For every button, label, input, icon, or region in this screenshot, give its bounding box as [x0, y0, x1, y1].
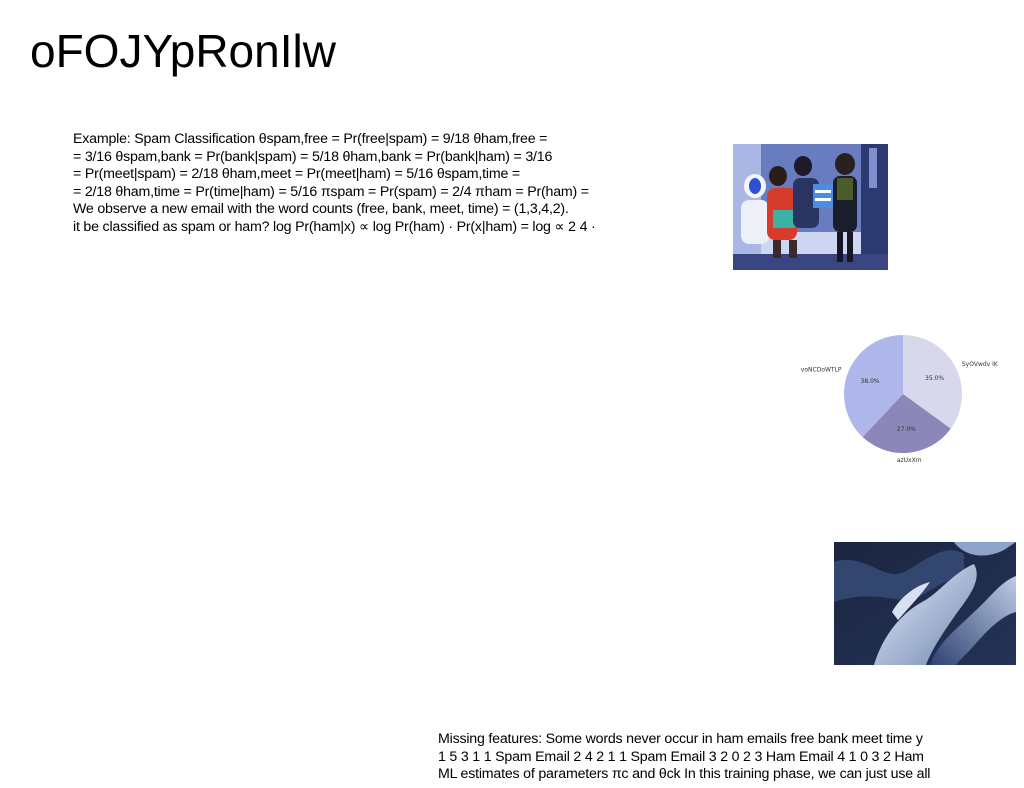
pie-value-label: 27.0%: [897, 426, 916, 433]
pie-category-label: azUxXm: [897, 457, 922, 464]
text-line: Example: Spam Classification θspam,free …: [73, 131, 548, 147]
pie-category-label: SyOVwdv IK: [962, 361, 999, 368]
abstract-render-drawing: [834, 542, 1016, 665]
text-line: = Pr(meet|spam) = 2/18 θham,meet = Pr(me…: [73, 166, 520, 183]
abstract-render-image: [834, 542, 1016, 665]
spam-classification-text: Example: Spam Classification θspam,free …: [73, 131, 683, 237]
pie-chart: 35.0% SyOVwdv IK 27.0% azUxXm 38.0% voNCDoWTL…: [800, 308, 1000, 500]
text-line: 1 5 3 1 1 Spam Email 2 4 2 1 1 Spam Emai…: [438, 748, 924, 765]
missing-features-text: Missing features: Some words never occur…: [438, 731, 1022, 784]
people-photo-drawing: [733, 144, 888, 270]
text-line: ML estimates of parameters πc and θck In…: [438, 766, 931, 783]
text-line: We observe a new email with the word cou…: [73, 201, 569, 218]
page-title: oFOJYpRonIlw: [30, 25, 336, 77]
pie-category-label: voNCDoWTLP: [801, 367, 842, 374]
text-line: it be classified as spam or ham? log Pr(…: [73, 218, 596, 235]
text-line: = 3/16 θspam,bank = Pr(bank|spam) = 5/18…: [73, 148, 553, 165]
pie-chart-svg: 35.0% SyOVwdv IK 27.0% azUxXm 38.0% voNCDoWTL…: [801, 335, 999, 464]
text-line: = 2/18 θham,time = Pr(time|ham) = 5/16 π…: [73, 183, 589, 200]
pie-slices: [844, 335, 962, 453]
text-line: Missing features: Some words never occur…: [438, 731, 923, 747]
pie-value-label: 35.0%: [925, 375, 944, 382]
people-photo: [733, 144, 888, 270]
pie-value-label: 38.0%: [861, 378, 880, 385]
